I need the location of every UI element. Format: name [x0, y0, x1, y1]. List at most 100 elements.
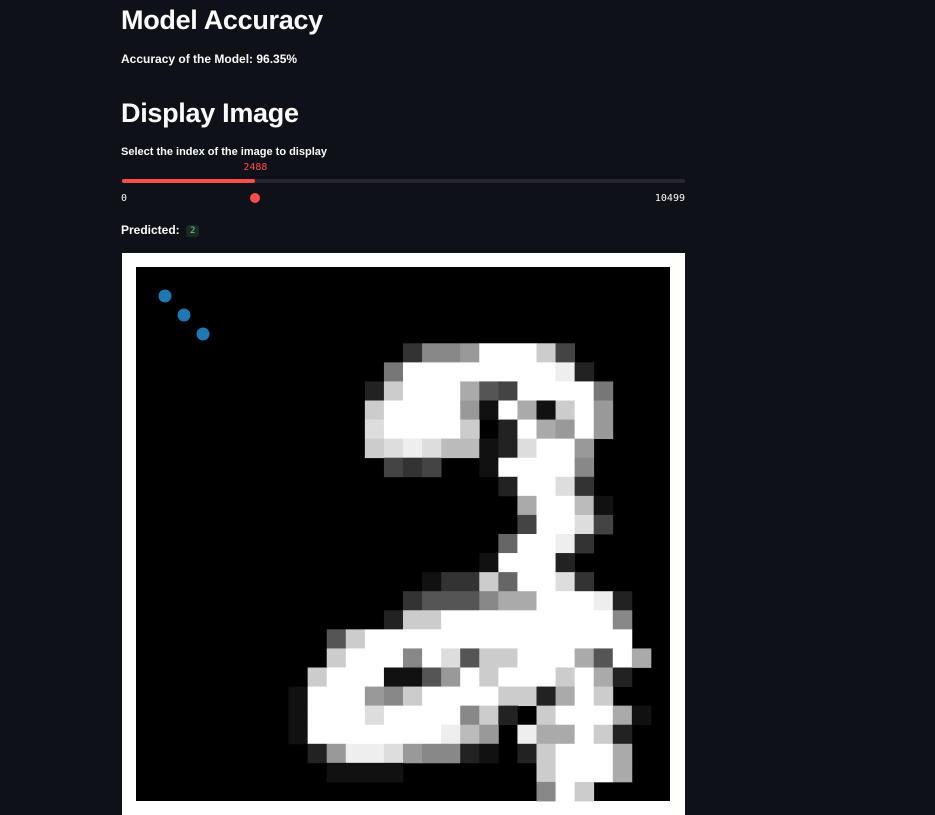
digit-pixel [326, 724, 347, 745]
digit-pixel [479, 648, 499, 668]
digit-pixel [574, 591, 595, 611]
digit-pixel [536, 362, 556, 382]
digit-pixel [441, 667, 461, 687]
digit-pixel [460, 667, 480, 687]
digit-pixel [288, 724, 309, 745]
digit-pixel [326, 762, 347, 783]
digit-image [136, 267, 670, 802]
digit-pixel [536, 591, 556, 611]
digit-pixel [555, 762, 576, 783]
digit-pixel [612, 724, 633, 745]
digit-pixel [364, 648, 385, 668]
slider-track[interactable] [122, 179, 685, 203]
digit-pixel [612, 629, 633, 649]
predicted-value: 2 [186, 225, 200, 237]
digit-pixel [422, 705, 442, 726]
digit-pixel [364, 667, 385, 687]
digit-pixel [555, 381, 576, 401]
digit-pixel [536, 419, 556, 440]
digit-pixel [574, 514, 595, 535]
digit-pixel [536, 686, 556, 707]
digit-pixel [574, 781, 595, 802]
digit-pixel [364, 743, 385, 764]
digit-pixel [517, 438, 537, 459]
digit-pixel [441, 648, 461, 668]
digit-pixel [536, 438, 556, 459]
digit-pixel [593, 514, 614, 535]
digit-pixel [403, 457, 423, 478]
ellipsis-dot [177, 308, 191, 322]
digit-pixel [441, 591, 461, 611]
digit-pixel [517, 553, 537, 573]
digit-pixel [441, 381, 461, 401]
digit-pixel [403, 629, 423, 649]
digit-pixel [364, 400, 385, 420]
digit-pixel [498, 362, 518, 382]
digit-pixel [574, 438, 595, 459]
digit-pixel [383, 648, 404, 668]
digit-pixel [460, 724, 480, 745]
slider-label: Select the index of the image to display [121, 146, 327, 158]
digit-pixel [403, 419, 423, 440]
digit-pixel [479, 724, 499, 745]
digit-pixel [364, 686, 385, 707]
digit-pixel [460, 743, 480, 764]
digit-pixel [517, 362, 537, 382]
digit-pixel [517, 686, 537, 707]
digit-pixel [536, 648, 556, 668]
digit-pixel [555, 591, 576, 611]
digit-pixel [536, 762, 556, 783]
digit-pixel [498, 629, 518, 649]
digit-figure [122, 253, 685, 815]
digit-pixel [498, 476, 518, 497]
image-index-slider[interactable]: 2488 0 10499 [121, 162, 685, 212]
digit-pixel [422, 400, 442, 420]
digit-pixel [422, 381, 442, 401]
digit-pixel [422, 743, 442, 764]
digit-pixel [498, 419, 518, 440]
digit-pixel [593, 667, 614, 687]
digit-pixel [441, 610, 461, 630]
digit-pixel [517, 534, 537, 554]
digit-pixel [364, 419, 385, 440]
digit-pixel [498, 534, 518, 554]
digit-pixel [307, 667, 328, 687]
digit-pixel [460, 648, 480, 668]
digit-pixel [555, 705, 576, 726]
digit-pixel [517, 724, 537, 745]
digit-pixel [460, 343, 480, 363]
digit-pixel [593, 495, 614, 516]
digit-pixel [574, 629, 595, 649]
digit-pixel [574, 743, 595, 764]
digit-pixel [422, 572, 442, 592]
digit-pixel [498, 438, 518, 459]
ellipsis-dot [158, 289, 172, 303]
digit-pixel [574, 610, 595, 630]
digit-pixel [498, 667, 518, 687]
digit-pixel [403, 724, 423, 745]
digit-pixel [517, 514, 537, 535]
digit-pixel [383, 362, 404, 382]
slider-thumb[interactable] [250, 193, 261, 203]
digit-pixel [422, 610, 442, 630]
digit-pixel [536, 381, 556, 401]
digit-pixel [441, 343, 461, 363]
digit-pixel [403, 743, 423, 764]
digit-pixel [460, 362, 480, 382]
digit-pixel [345, 762, 366, 783]
digit-pixel [383, 724, 404, 745]
digit-pixel [479, 400, 499, 420]
digit-pixel [555, 343, 576, 363]
digit-pixel [479, 629, 499, 649]
digit-pixel [517, 591, 537, 611]
digit-pixel [574, 419, 595, 440]
digit-pixel [536, 534, 556, 554]
display-image-heading: Display Image [121, 98, 299, 128]
digit-pixel [498, 686, 518, 707]
digit-pixel [383, 629, 404, 649]
digit-pixel [403, 400, 423, 420]
digit-pixel [555, 534, 576, 554]
digit-pixel [593, 648, 614, 668]
digit-pixel [383, 457, 404, 478]
digit-pixel [593, 381, 614, 401]
